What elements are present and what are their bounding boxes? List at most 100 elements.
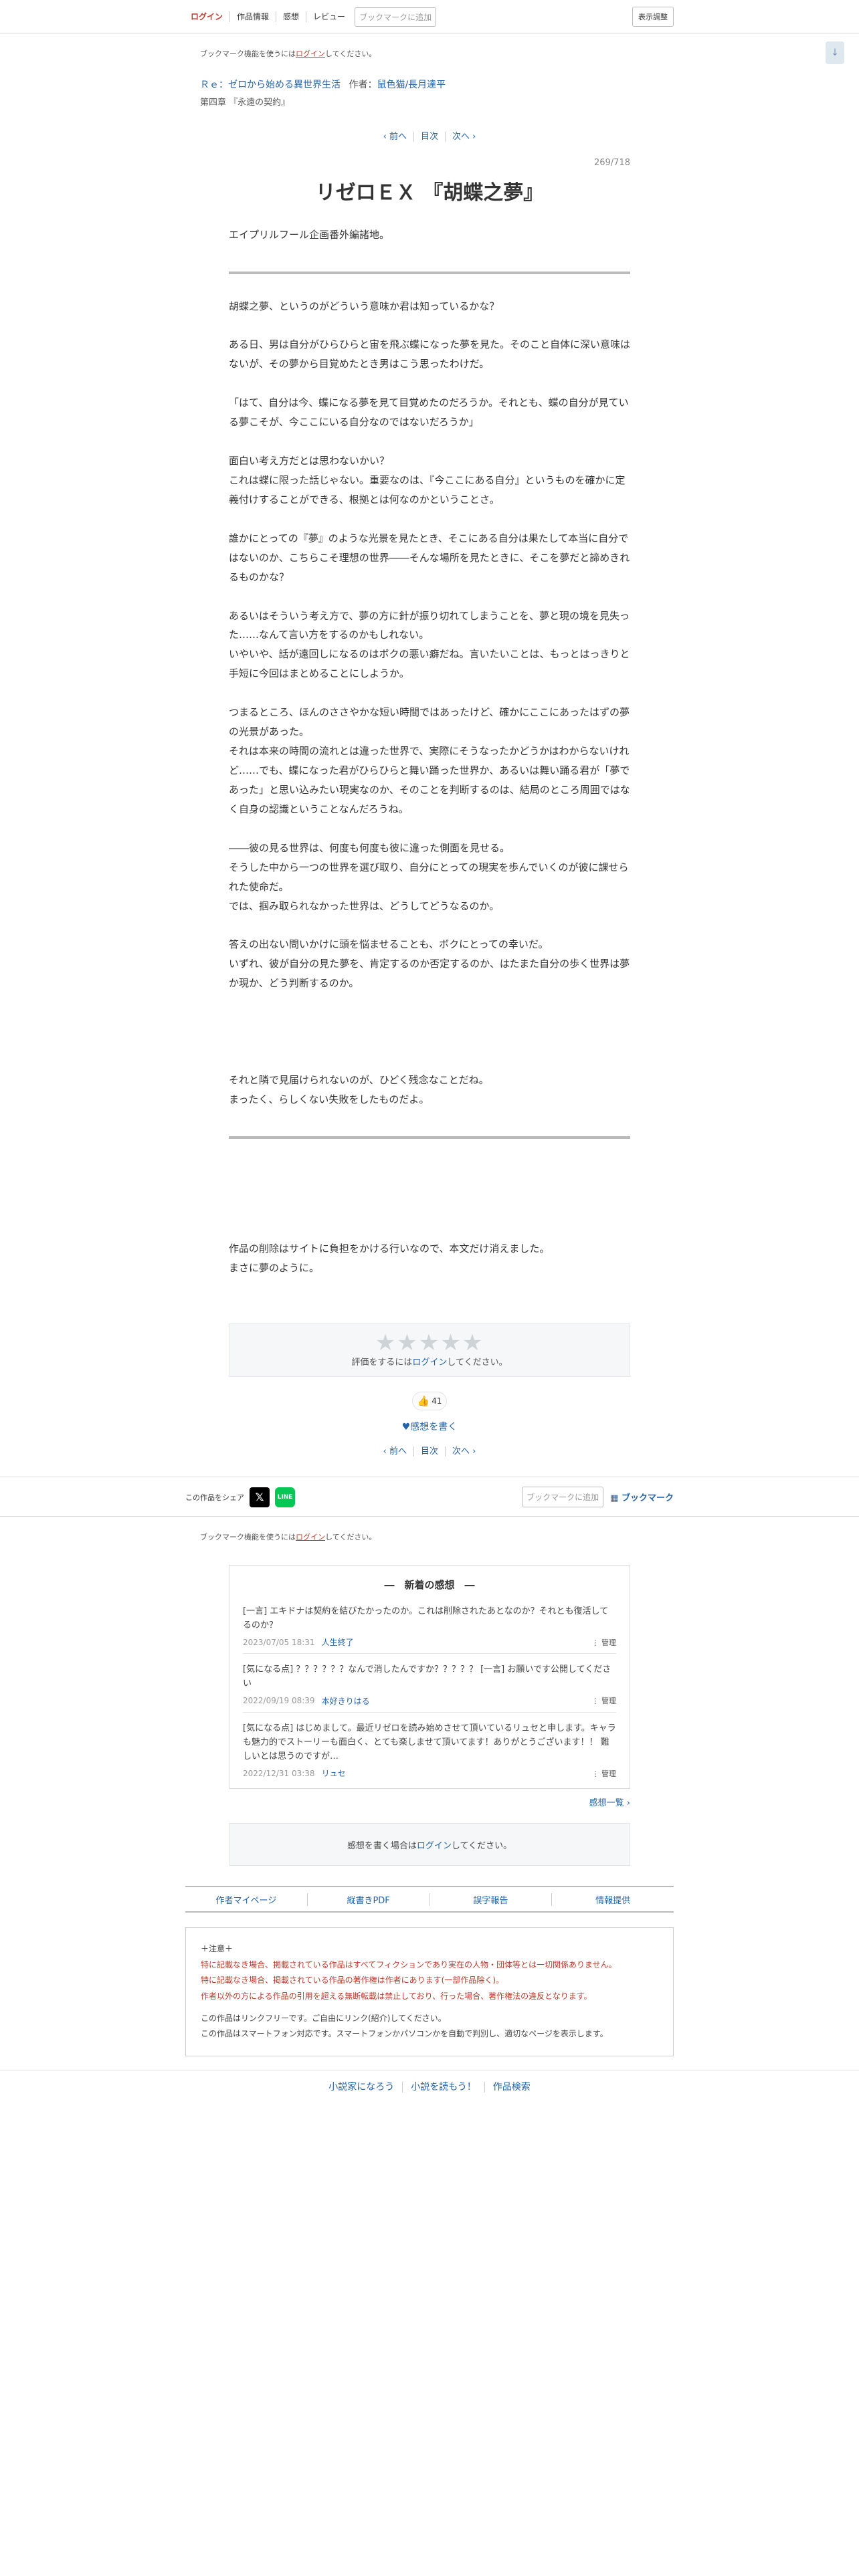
write-login-link[interactable]: ログイン bbox=[417, 1838, 452, 1851]
manage-button[interactable]: ⋮ 管理 bbox=[592, 1637, 617, 1648]
body-line: これは蝶に限った話じゃない。重要なのは、『今ここにある自分』というものを確かに定… bbox=[229, 473, 626, 506]
bookmark-login-note: ブックマーク機能を使うにはログインしてください。 bbox=[200, 49, 377, 58]
body-line: 「はて、自分は今、蝶になる夢を見て目覚めたのだろうか。それとも、蝶の自分が見てい… bbox=[229, 397, 629, 429]
page-number: 269/718 bbox=[593, 158, 630, 168]
body-line bbox=[229, 683, 630, 703]
body-line bbox=[229, 916, 630, 936]
next-link[interactable]: 次へ › bbox=[446, 1446, 482, 1457]
body-line: 答えの出ない問いかけに頭を悩ませることも、ボクにとっての幸いだ。 bbox=[229, 938, 549, 951]
manage-button[interactable]: ⋮ 管理 bbox=[592, 1768, 617, 1779]
impression-text[interactable]: [気になる点] はじめまして。最近リゼロを読み始めさせて頂いているリュセと申しま… bbox=[243, 1722, 616, 1763]
body-line: ある日、男は自分がひらひらと宙を飛ぶ蝶になった夢を見た。そのこと自体に深い意味は… bbox=[229, 338, 631, 370]
prev-link[interactable]: ‹ 前へ bbox=[376, 132, 414, 142]
notice-line: この作品はスマートフォン対応です。スマートフォンかパソコンかを自動で判別し、適切… bbox=[201, 2029, 608, 2039]
episode-preface: エイプリルフール企画番外編諸地。 bbox=[229, 229, 390, 241]
search-link[interactable]: 作品検索 bbox=[485, 2082, 539, 2092]
impression-user-link[interactable]: 人生終了 bbox=[322, 1636, 354, 1648]
notice-line: 作者以外の方による作品の引用を超える無断転載は禁止しており、行った場合、著作権法… bbox=[201, 1991, 592, 2001]
write-impression-box: 感想を書く場合は ログイン してください。 bbox=[229, 1823, 630, 1866]
rating-box: ★★★★★ 評価をするにはログインしてください。 bbox=[229, 1323, 630, 1377]
rating-login-note: 評価をするにはログインしてください。 bbox=[351, 1357, 508, 1368]
body-line bbox=[229, 432, 630, 451]
body-line: 誰かにとっての『夢』のような光景を見たとき、そこにある自分は果たして本当に自分で… bbox=[229, 532, 630, 583]
vertical-pdf-link[interactable]: 縦書きPDF bbox=[308, 1893, 430, 1906]
impression-date: 2022/12/31 03:38 bbox=[243, 1768, 315, 1778]
add-bookmark-button[interactable]: ブックマークに追加 bbox=[355, 7, 437, 27]
impression-user-link[interactable]: 本好きりはる bbox=[322, 1695, 370, 1707]
narou-link[interactable]: 小説家になろう bbox=[320, 2081, 403, 2092]
impression-user-link[interactable]: リュセ bbox=[322, 1767, 346, 1779]
impression-text[interactable]: [一言] エキドナは契約を結びたかったのか。これは削除されたあとなのか？それとも… bbox=[243, 1605, 616, 1633]
body-line: 胡蝶之夢、というのがどういう意味か君は知っているかな？ bbox=[229, 300, 500, 312]
impression-item: [一言] エキドナは契約を結びたかったのか。これは削除されたあとなのか？それとも… bbox=[243, 1605, 616, 1654]
series-info: Ｒｅ：ゼロから始める異世界生活 作者：鼠色猫/長月達平 bbox=[185, 59, 674, 91]
top-pager: ‹ 前へ 目次 次へ › bbox=[229, 129, 630, 142]
body-line: つまるところ、ほんのささやかな短い時間ではあったけど、確かにここにあったはずの夢… bbox=[229, 706, 630, 738]
episode-body: 胡蝶之夢、というのがどういう意味か君は知っているかな？ ある日、男は自分がひらひ… bbox=[229, 297, 630, 1109]
index-link[interactable]: 目次 bbox=[413, 132, 446, 142]
rating-stars-icon[interactable]: ★★★★★ bbox=[229, 1324, 630, 1356]
body-line: それは本来の時間の流れとは違った世界で、実際にそうなったかどうかはわからないけれ… bbox=[229, 745, 630, 815]
login-tab[interactable]: ログイン bbox=[185, 11, 231, 22]
scroll-down-icon[interactable]: ↓ bbox=[826, 41, 844, 64]
body-line bbox=[229, 374, 630, 393]
bookmark-icon: ▦ bbox=[610, 1493, 622, 1504]
body-line bbox=[229, 819, 630, 839]
recent-impressions: ― 新着の感想 ― [一言] エキドナは契約を結びたかったのか。これは削除された… bbox=[229, 1564, 630, 1790]
line-share-icon[interactable]: LINE bbox=[275, 1487, 295, 1507]
typo-report-link[interactable]: 誤字報告 bbox=[430, 1893, 553, 1906]
body-line: そうした中から一つの世界を選び取り、自分にとっての現実を歩んでいくのが彼に課せら… bbox=[229, 861, 629, 893]
share-label: この作品をシェア bbox=[185, 1493, 244, 1502]
body-line bbox=[229, 1032, 630, 1051]
author-link[interactable]: 鼠色猫/長月達平 bbox=[377, 80, 446, 90]
bottom-pager: ‹ 前へ 目次 次へ › bbox=[229, 1444, 630, 1457]
episode-title: リゼロＥＸ 『胡蝶之夢』 bbox=[315, 181, 544, 205]
afterword-line: まさに夢のように。 bbox=[229, 1261, 320, 1274]
tab-reviews[interactable]: レビュー bbox=[306, 11, 352, 22]
bookmark-login-link[interactable]: ログイン bbox=[296, 49, 325, 58]
impression-date: 2022/09/19 08:39 bbox=[243, 1696, 315, 1706]
author-mypage-link[interactable]: 作者マイページ bbox=[185, 1893, 308, 1906]
manage-button[interactable]: ⋮ 管理 bbox=[592, 1695, 617, 1706]
body-line: 面白い考え方だとは思わないかい？ bbox=[229, 455, 390, 467]
impression-date: 2023/07/05 18:31 bbox=[243, 1637, 315, 1647]
good-button[interactable]: 👍 41 bbox=[412, 1391, 447, 1410]
good-count: 41 bbox=[432, 1396, 442, 1406]
body-line: まったく、らしくない失敗をしたものだよ。 bbox=[229, 1093, 430, 1105]
body-line: いやいや、話が遠回しになるのはボクの悪い癖だね。言いたいことは、もっとはっきりと… bbox=[229, 648, 630, 680]
impression-text[interactable]: [気になる点] ？？？？？？なんで消したんですか？？？？？ [一言] お願いです… bbox=[243, 1663, 616, 1691]
next-link[interactable]: 次へ › bbox=[446, 132, 482, 142]
series-title-link[interactable]: Ｒｅ：ゼロから始める異世界生活 bbox=[200, 80, 341, 90]
prev-link[interactable]: ‹ 前へ bbox=[376, 1446, 414, 1457]
body-line: いずれ、彼が自分の見た夢を、肯定するのか否定するのか、はたまた自分の歩く世界は夢… bbox=[229, 958, 630, 990]
yomou-link[interactable]: 小説を読もう！ bbox=[403, 2081, 485, 2092]
info-report-link[interactable]: 情報提供 bbox=[552, 1893, 674, 1906]
rating-login-link[interactable]: ログイン bbox=[412, 1358, 447, 1368]
notice-box: ＋注意＋ 特に記載なき場合、掲載されている作品はすべてフィクションであり実在の人… bbox=[185, 1927, 674, 2056]
body-line: それと隣で見届けられないのが、ひどく残念なことだね。 bbox=[229, 1074, 489, 1086]
recent-impressions-heading: ― 新着の感想 ― bbox=[384, 1578, 475, 1591]
notice-line: 特に記載なき場合、掲載されている作品の著作権は作者にあります(一部作品除く)。 bbox=[201, 1975, 504, 1985]
add-bookmark-button[interactable]: ブックマークに追加 bbox=[522, 1487, 604, 1508]
index-link[interactable]: 目次 bbox=[413, 1446, 446, 1457]
author-label: 作者： bbox=[349, 80, 377, 90]
display-settings-button[interactable]: 表示調整 bbox=[632, 7, 674, 27]
x-share-icon[interactable]: 𝕏 bbox=[250, 1487, 270, 1507]
impressions-list-link[interactable]: 感想一覧 › bbox=[229, 1796, 630, 1808]
notice-line: この作品はリンクフリーです。ご自由にリンク(紹介)してください。 bbox=[201, 2013, 446, 2023]
body-line bbox=[229, 316, 630, 335]
body-line bbox=[229, 993, 630, 1012]
impression-item: [気になる点] はじめまして。最近リゼロを読み始めさせて頂いているリュセと申しま… bbox=[243, 1722, 616, 1784]
notice-heading: ＋注意＋ bbox=[201, 1944, 233, 1954]
bookmark-login-link[interactable]: ログイン bbox=[296, 1533, 325, 1541]
thumbs-up-icon: 👍 bbox=[417, 1394, 430, 1407]
write-impression-link[interactable]: ♥感想を書く bbox=[229, 1420, 630, 1433]
tab-work-info[interactable]: 作品情報 bbox=[230, 11, 277, 22]
chapter-name: 第四章 『永遠の契約』 bbox=[200, 98, 290, 108]
body-line bbox=[229, 1051, 630, 1071]
body-line: では、掴み取られなかった世界は、どうしてどうなるのか。 bbox=[229, 899, 500, 912]
bookmark-link[interactable]: ▦ ブックマーク bbox=[610, 1491, 674, 1503]
site-links: 小説家になろう 小説を読もう！ 作品検索 bbox=[0, 2069, 859, 2093]
tab-impressions[interactable]: 感想 bbox=[276, 11, 307, 22]
body-line bbox=[229, 587, 630, 607]
